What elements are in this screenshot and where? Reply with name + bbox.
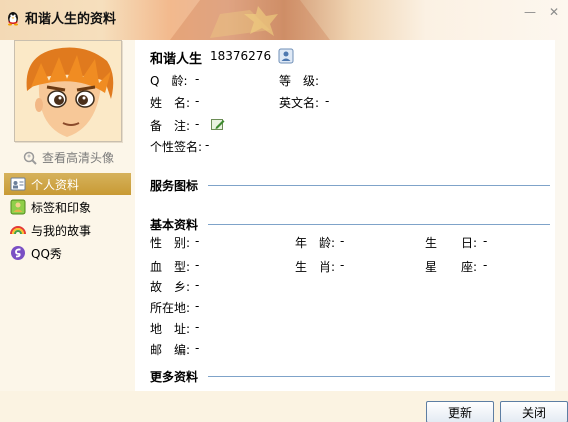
service-icons-heading: 服务图标: [150, 179, 199, 193]
avatar-image: [15, 41, 121, 141]
basic-info-section-header: 基本资料: [150, 216, 550, 233]
hometown-label: 故 乡:: [150, 280, 191, 294]
view-hd-avatar-link[interactable]: 查看高清头像: [22, 149, 114, 166]
sidebar-item-label: 个人资料: [31, 177, 80, 192]
refresh-button[interactable]: 更新: [426, 401, 494, 422]
zodiac-value: -: [340, 258, 345, 272]
window-title: 和谐人生的资料: [25, 12, 117, 27]
sidebar-item-label: 标签和印象: [31, 200, 92, 215]
service-icons-section-header: 服务图标: [150, 177, 550, 194]
name-label: 姓 名:: [150, 96, 191, 110]
english-name-value: -: [325, 94, 330, 108]
level-label: 等 级:: [279, 74, 320, 88]
zip-code-label: 邮 编:: [150, 343, 191, 357]
close-button[interactable]: 关闭: [500, 401, 568, 422]
avatar[interactable]: [14, 40, 122, 142]
qq-show-icon: [11, 246, 25, 260]
minimize-button[interactable]: —: [521, 4, 539, 20]
hometown-value: -: [195, 278, 200, 292]
more-info-heading: 更多资料: [150, 370, 199, 384]
qq-number: 18376276: [210, 49, 272, 63]
location-label: 所在地:: [150, 301, 191, 315]
close-window-button[interactable]: ✕: [545, 4, 563, 20]
basic-info-heading: 基本资料: [150, 218, 199, 232]
rainbow-icon: [10, 226, 26, 235]
tag-person-icon: [10, 199, 26, 215]
sidebar-item-tags-impressions[interactable]: 标签和印象: [4, 196, 131, 218]
constellation-value: -: [483, 258, 488, 272]
scrollbar[interactable]: [555, 40, 568, 391]
sidebar-item-qq-show[interactable]: QQ秀: [4, 242, 131, 264]
address-value: -: [195, 320, 200, 334]
profile-card-icon: [10, 177, 26, 191]
address-label: 地 址:: [150, 322, 191, 336]
zip-code-value: -: [195, 341, 200, 355]
qq-penguin-icon: [8, 11, 18, 25]
q-age-label: Q 龄:: [150, 74, 188, 88]
sidebar-item-label: QQ秀: [31, 246, 62, 261]
sidebar: 查看高清头像 个人资料 标签和印象 与我的故事 QQ秀: [0, 40, 135, 391]
sidebar-item-our-story[interactable]: 与我的故事: [4, 219, 131, 241]
section-divider: [208, 185, 550, 186]
edit-remark-icon[interactable]: [211, 118, 225, 131]
more-info-section-header: 更多资料: [150, 368, 550, 385]
signature-value: -: [205, 138, 210, 152]
birthday-value: -: [483, 234, 488, 248]
remark-label: 备 注:: [150, 119, 191, 133]
birthday-label: 生 日:: [425, 236, 478, 250]
signature-label: 个性签名:: [150, 140, 203, 154]
q-age-value: -: [195, 72, 200, 86]
contact-card-icon[interactable]: [278, 48, 294, 64]
blood-type-label: 血 型:: [150, 260, 191, 274]
banner-decoration: [170, 0, 330, 40]
location-value: -: [195, 299, 200, 313]
zodiac-label: 生 肖:: [295, 260, 336, 274]
title-bar: 和谐人生的资料 — ✕: [0, 0, 568, 40]
blood-type-value: -: [195, 258, 200, 272]
gender-value: -: [195, 234, 200, 248]
age-label: 年 龄:: [295, 236, 336, 250]
remark-value: -: [195, 117, 200, 131]
section-divider: [208, 224, 550, 225]
magnifier-person-icon: [23, 151, 37, 165]
sidebar-item-label: 与我的故事: [31, 223, 92, 238]
title-group: 和谐人生的资料: [5, 8, 116, 27]
english-name-label: 英文名:: [279, 96, 320, 110]
profile-content: 和谐人生 18376276 Q 龄: - 等 级: 姓 名: - 英文名: - …: [135, 40, 555, 391]
constellation-label: 星 座:: [425, 260, 478, 274]
sidebar-item-personal-info[interactable]: 个人资料: [4, 173, 131, 195]
bottom-bar: 更新 关闭: [0, 391, 568, 422]
gender-label: 性 别:: [150, 236, 191, 250]
profile-window: 和谐人生的资料 — ✕ 查看高清头像 个人资料 标签和印象 与我的故事 QQ秀 …: [0, 0, 568, 422]
name-value: -: [195, 94, 200, 108]
section-divider: [208, 376, 550, 377]
age-value: -: [340, 234, 345, 248]
nickname: 和谐人生: [150, 52, 203, 67]
view-hd-avatar-label: 查看高清头像: [42, 151, 115, 165]
